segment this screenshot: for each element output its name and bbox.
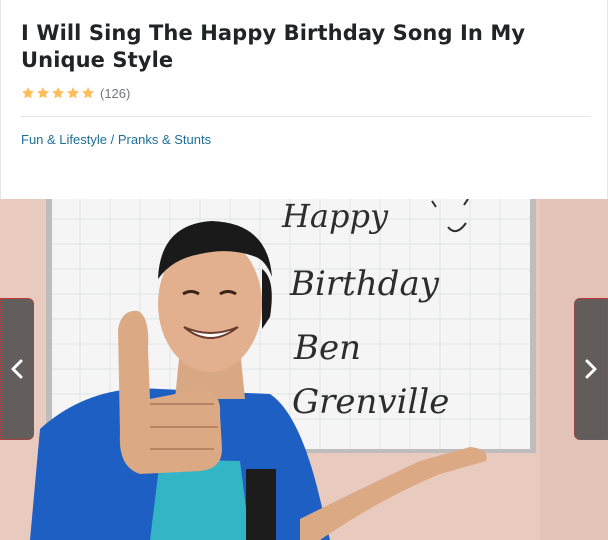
whiteboard-line-3: Ben [293,328,361,368]
chevron-left-icon [11,359,23,379]
breadcrumb: Fun & Lifestyle / Pranks & Stunts [21,132,211,147]
gig-title: I Will Sing The Happy Birthday Song In M… [21,21,526,72]
gig-page: I Will Sing The Happy Birthday Song In M… [0,0,608,540]
divider [21,116,591,117]
gig-media-gallery[interactable]: Happy Birthday Ben Grenville [0,199,608,540]
whiteboard-line-2: Birthday [289,264,440,304]
rating[interactable]: (126) [21,84,130,102]
star-icon [51,86,65,100]
star-icon [36,86,50,100]
star-icon [81,86,95,100]
review-count[interactable]: (126) [100,86,130,101]
whiteboard-line-4: Grenville [292,382,449,422]
gig-info-panel: I Will Sing The Happy Birthday Song In M… [0,0,608,199]
chevron-right-icon [585,359,597,379]
breadcrumb-subcategory[interactable]: Pranks & Stunts [118,132,211,147]
gallery-prev-button[interactable] [0,298,34,440]
whiteboard-line-1: Happy [281,199,389,235]
gig-video-frame: Happy Birthday Ben Grenville [0,199,608,540]
breadcrumb-category[interactable]: Fun & Lifestyle [21,132,107,147]
star-icon [66,86,80,100]
star-icon [21,86,35,100]
gallery-next-button[interactable] [574,298,608,440]
breadcrumb-separator: / [110,132,115,147]
